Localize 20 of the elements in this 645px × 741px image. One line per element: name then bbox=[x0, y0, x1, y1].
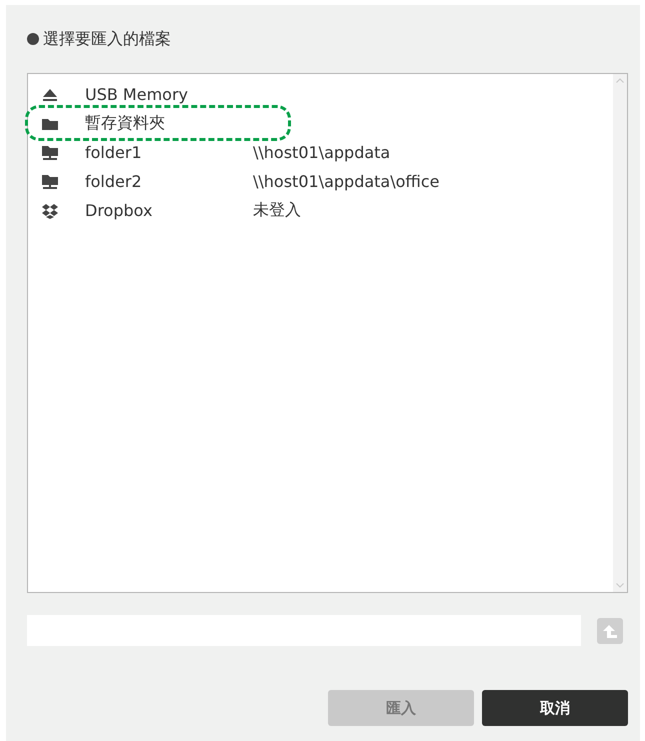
eject-icon bbox=[40, 86, 60, 102]
dialog-title: 選擇要匯入的檔案 bbox=[43, 28, 171, 50]
scroll-up-icon[interactable] bbox=[616, 78, 624, 83]
location-item[interactable]: 暫存資料夾 bbox=[28, 109, 613, 138]
network-folder-icon bbox=[40, 144, 60, 160]
location-item[interactable]: folder1 \\host01\appdata bbox=[28, 138, 613, 167]
parent-folder-button[interactable] bbox=[597, 618, 623, 644]
location-path: \\host01\appdata bbox=[253, 143, 390, 162]
scroll-down-icon[interactable] bbox=[616, 583, 624, 588]
bullet-icon bbox=[27, 33, 39, 45]
network-folder-icon bbox=[40, 174, 60, 190]
dropbox-icon bbox=[40, 202, 60, 218]
location-item[interactable]: USB Memory bbox=[28, 80, 613, 109]
cancel-button[interactable]: 取消 bbox=[482, 690, 628, 726]
location-path: 未登入 bbox=[253, 200, 301, 221]
up-arrow-icon bbox=[601, 622, 619, 638]
location-item[interactable]: Dropbox 未登入 bbox=[28, 196, 613, 225]
scrollbar[interactable] bbox=[613, 74, 627, 592]
location-path: \\host01\appdata\office bbox=[253, 172, 440, 191]
location-item[interactable]: folder2 \\host01\appdata\office bbox=[28, 167, 613, 196]
